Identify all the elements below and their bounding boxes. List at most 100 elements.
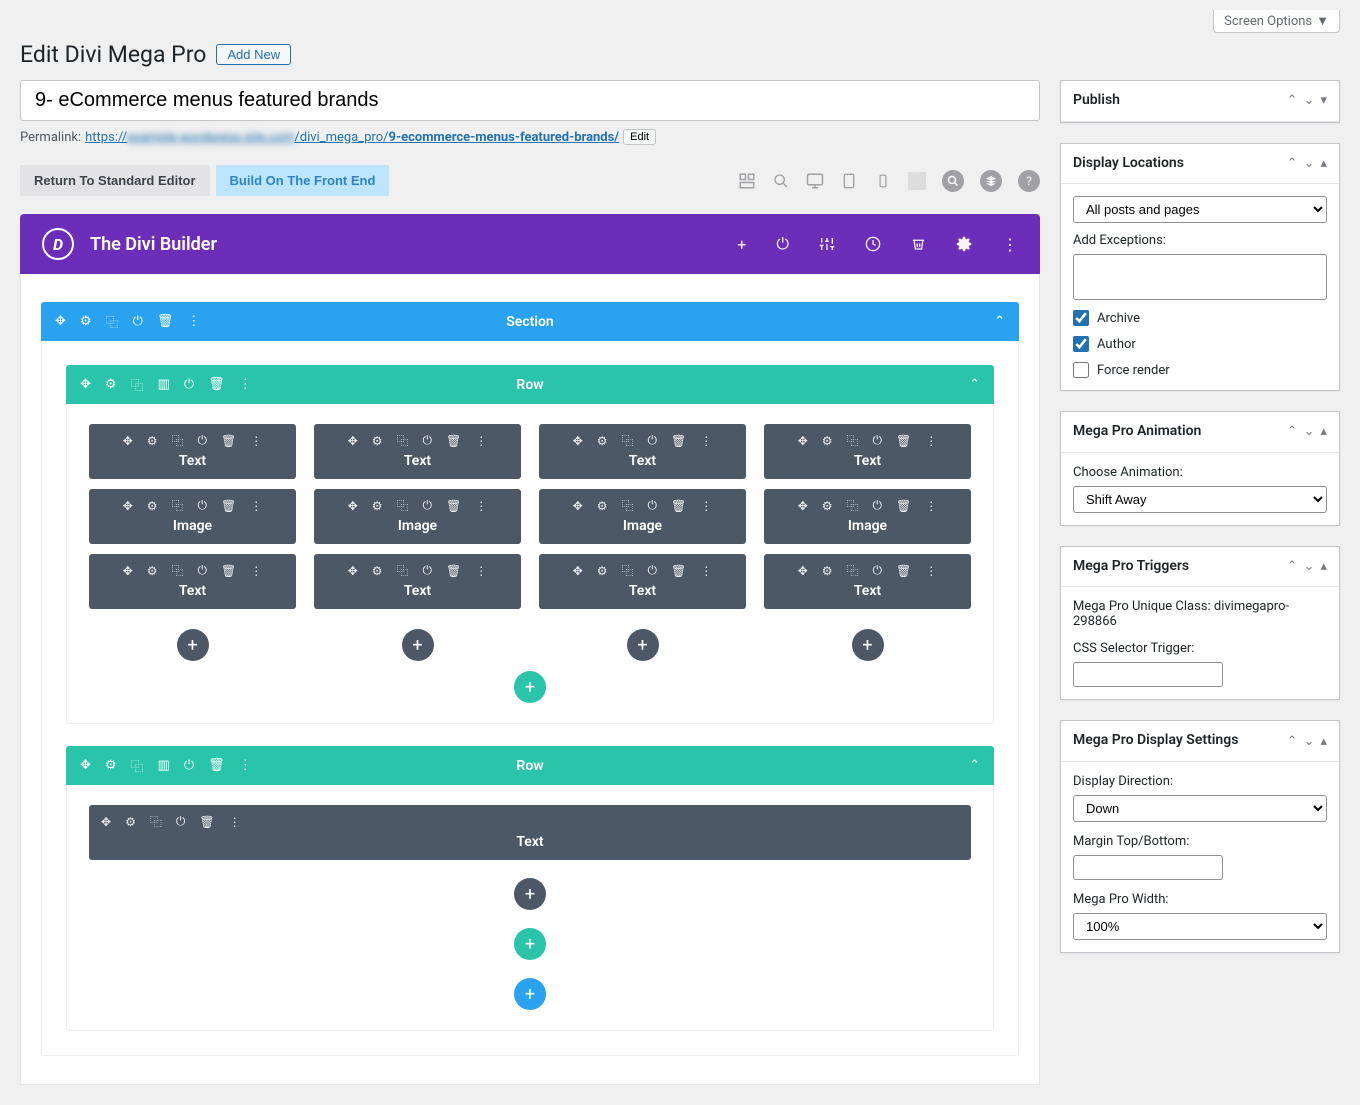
trash-icon[interactable]: 🗑 bbox=[221, 499, 236, 513]
menu-dots-icon[interactable]: ⋮ bbox=[1002, 235, 1018, 254]
move-down-icon[interactable]: ⌄ bbox=[1304, 156, 1315, 171]
add-module-button[interactable]: + bbox=[627, 629, 659, 661]
move-icon[interactable]: ✥ bbox=[101, 815, 111, 829]
move-icon[interactable]: ✥ bbox=[348, 499, 358, 513]
edit-slug-button[interactable]: Edit bbox=[623, 129, 656, 145]
trash-icon[interactable] bbox=[911, 236, 926, 252]
help-icon[interactable]: ? bbox=[1018, 170, 1040, 192]
build-frontend-button[interactable]: Build On The Front End bbox=[216, 165, 390, 196]
trash-icon[interactable]: 🗑 bbox=[896, 434, 911, 448]
power-icon[interactable]: ⏻ bbox=[423, 563, 433, 578]
screen-options-button[interactable]: Screen Options ▼ bbox=[1213, 10, 1340, 33]
gear-icon[interactable]: ⚙ bbox=[372, 499, 383, 513]
trash-icon[interactable]: 🗑 bbox=[896, 499, 911, 513]
move-icon[interactable]: ✥ bbox=[798, 434, 808, 448]
gear-icon[interactable]: ⚙ bbox=[125, 815, 136, 829]
menu-dots-icon[interactable]: ⋮ bbox=[475, 434, 487, 448]
menu-dots-icon[interactable]: ⋮ bbox=[229, 815, 241, 829]
text-module[interactable]: ✥ ⚙ ⿻ ⏻ 🗑 ⋮ Text bbox=[764, 554, 971, 609]
direction-select[interactable]: Down bbox=[1073, 795, 1327, 822]
move-icon[interactable]: ✥ bbox=[348, 434, 358, 448]
menu-dots-icon[interactable]: ⋮ bbox=[250, 564, 262, 578]
text-module[interactable]: ✥ ⚙ ⿻ ⏻ 🗑 ⋮ Text bbox=[89, 805, 971, 860]
return-standard-editor-button[interactable]: Return To Standard Editor bbox=[20, 165, 210, 196]
sliders-icon[interactable] bbox=[819, 236, 835, 252]
menu-dots-icon[interactable]: ⋮ bbox=[925, 434, 937, 448]
menu-dots-icon[interactable]: ⋮ bbox=[925, 564, 937, 578]
duplicate-icon[interactable]: ⿻ bbox=[397, 497, 409, 514]
tablet-icon[interactable] bbox=[840, 172, 858, 190]
move-icon[interactable]: ✥ bbox=[798, 499, 808, 513]
move-down-icon[interactable]: ⌄ bbox=[1304, 424, 1315, 439]
move-icon[interactable]: ✥ bbox=[573, 499, 583, 513]
move-up-icon[interactable]: ⌃ bbox=[1287, 559, 1298, 574]
chevron-up-icon[interactable]: ⌃ bbox=[994, 314, 1005, 329]
trash-icon[interactable]: 🗑 bbox=[221, 564, 236, 578]
move-icon[interactable]: ✥ bbox=[798, 564, 808, 578]
add-module-button[interactable]: + bbox=[514, 878, 546, 910]
move-down-icon[interactable]: ⌄ bbox=[1304, 559, 1315, 574]
duplicate-icon[interactable]: ⿻ bbox=[622, 497, 634, 514]
permalink-link[interactable]: https://example-wordpress-site.com/divi_… bbox=[85, 130, 619, 145]
duplicate-icon[interactable]: ⿻ bbox=[847, 562, 859, 579]
trash-icon[interactable]: 🗑 bbox=[199, 815, 214, 829]
trash-icon[interactable]: 🗑 bbox=[896, 564, 911, 578]
image-module[interactable]: ✥ ⚙ ⿻ ⏻ 🗑 ⋮ Image bbox=[539, 489, 746, 544]
gear-icon[interactable]: ⚙ bbox=[372, 434, 383, 448]
move-icon[interactable]: ✥ bbox=[348, 564, 358, 578]
power-icon[interactable]: ⏻ bbox=[776, 234, 789, 254]
menu-dots-icon[interactable]: ⋮ bbox=[700, 564, 712, 578]
chevron-up-icon[interactable]: ⌃ bbox=[969, 377, 980, 392]
move-down-icon[interactable]: ⌄ bbox=[1304, 734, 1315, 749]
trash-icon[interactable]: 🗑 bbox=[208, 758, 225, 773]
gear-icon[interactable]: ⚙ bbox=[147, 564, 158, 578]
gear-icon[interactable]: ⚙ bbox=[147, 499, 158, 513]
toggle-icon[interactable]: ▴ bbox=[1320, 156, 1327, 171]
gear-icon[interactable]: ⚙ bbox=[372, 564, 383, 578]
image-module[interactable]: ✥ ⚙ ⿻ ⏻ 🗑 ⋮ Image bbox=[89, 489, 296, 544]
duplicate-icon[interactable]: ⿻ bbox=[622, 562, 634, 579]
image-module[interactable]: ✥ ⚙ ⿻ ⏻ 🗑 ⋮ Image bbox=[764, 489, 971, 544]
add-module-button[interactable]: + bbox=[852, 629, 884, 661]
duplicate-icon[interactable]: ⿻ bbox=[847, 432, 859, 449]
gear-icon[interactable]: ⚙ bbox=[80, 314, 92, 329]
trash-icon[interactable]: 🗑 bbox=[671, 564, 686, 578]
duplicate-icon[interactable]: ⿻ bbox=[150, 813, 162, 830]
move-up-icon[interactable]: ⌃ bbox=[1287, 734, 1298, 749]
move-icon[interactable]: ✥ bbox=[80, 377, 91, 392]
power-icon[interactable]: ⏻ bbox=[648, 433, 658, 448]
power-icon[interactable]: ⏻ bbox=[198, 498, 208, 513]
duplicate-icon[interactable]: ⿻ bbox=[131, 756, 144, 775]
duplicate-icon[interactable]: ⿻ bbox=[397, 562, 409, 579]
duplicate-icon[interactable]: ⿻ bbox=[172, 497, 184, 514]
move-up-icon[interactable]: ⌃ bbox=[1287, 93, 1298, 108]
gear-icon[interactable]: ⚙ bbox=[597, 434, 608, 448]
trash-icon[interactable]: 🗑 bbox=[446, 434, 461, 448]
gear-icon[interactable]: ⚙ bbox=[105, 377, 117, 392]
menu-dots-icon[interactable]: ⋮ bbox=[700, 499, 712, 513]
row-header[interactable]: ✥ ⚙ ⿻ ▥ ⏻ 🗑 ⋮ Row ⌃ bbox=[66, 365, 994, 404]
trash-icon[interactable]: 🗑 bbox=[446, 499, 461, 513]
menu-dots-icon[interactable]: ⋮ bbox=[250, 434, 262, 448]
layers-icon[interactable] bbox=[980, 170, 1002, 192]
trash-icon[interactable]: 🗑 bbox=[446, 564, 461, 578]
toggle-icon[interactable]: ▾ bbox=[1320, 93, 1327, 108]
power-icon[interactable]: ⏻ bbox=[184, 377, 194, 392]
menu-dots-icon[interactable]: ⋮ bbox=[700, 434, 712, 448]
duplicate-icon[interactable]: ⿻ bbox=[106, 312, 119, 331]
add-module-button[interactable]: + bbox=[402, 629, 434, 661]
text-module[interactable]: ✥ ⚙ ⿻ ⏻ 🗑 ⋮ Text bbox=[89, 554, 296, 609]
trash-icon[interactable]: 🗑 bbox=[671, 434, 686, 448]
move-icon[interactable]: ✥ bbox=[123, 499, 133, 513]
gear-icon[interactable] bbox=[956, 236, 972, 252]
trash-icon[interactable]: 🗑 bbox=[208, 377, 225, 392]
move-icon[interactable]: ✥ bbox=[573, 434, 583, 448]
history-icon[interactable] bbox=[865, 236, 881, 252]
move-down-icon[interactable]: ⌄ bbox=[1304, 93, 1315, 108]
gear-icon[interactable]: ⚙ bbox=[147, 434, 158, 448]
exceptions-input[interactable] bbox=[1073, 254, 1327, 300]
author-checkbox[interactable] bbox=[1073, 336, 1089, 352]
duplicate-icon[interactable]: ⿻ bbox=[847, 497, 859, 514]
power-icon[interactable]: ⏻ bbox=[176, 814, 186, 829]
move-icon[interactable]: ✥ bbox=[573, 564, 583, 578]
